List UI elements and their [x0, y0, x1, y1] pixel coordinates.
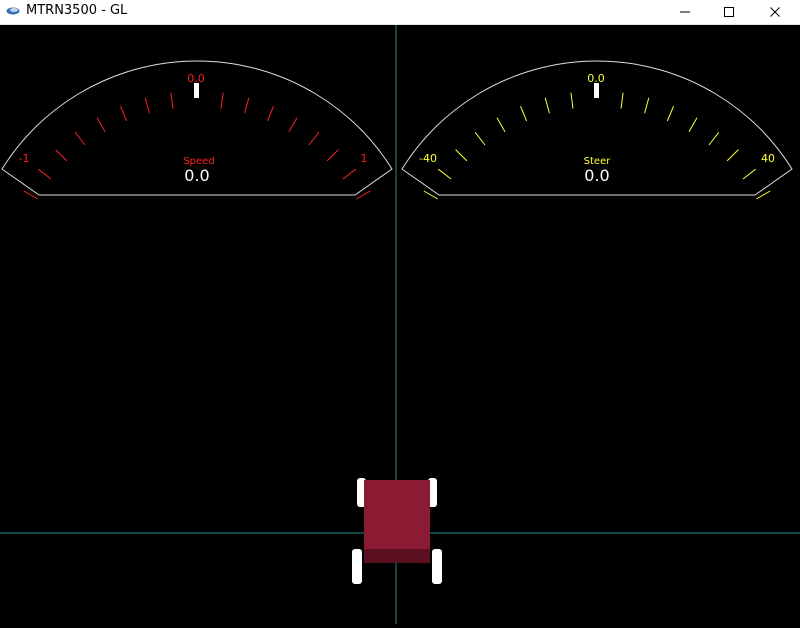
steer-tick-mark [437, 168, 452, 180]
steer-tick-mark [570, 92, 574, 109]
vehicle-wheel-rear-right [432, 549, 442, 584]
speed-tick-mark [342, 168, 357, 180]
speed-pointer-value: 0.0 [187, 72, 205, 85]
speed-tick-mark [74, 131, 86, 146]
speed-tick-mark [308, 131, 320, 146]
speed-pointer [194, 83, 199, 98]
minimize-button[interactable] [662, 0, 708, 24]
steer-pointer-value: 0.0 [587, 72, 605, 85]
speed-tick-mark [120, 106, 128, 122]
speed-tick-mark [326, 149, 339, 162]
speed-tick-mark [220, 92, 224, 109]
steer-tick-mark [544, 97, 550, 114]
speed-tick-mark [37, 168, 52, 180]
minimize-icon [680, 11, 690, 13]
app-icon [6, 7, 20, 15]
speed-value: 0.0 [184, 166, 209, 185]
maximize-icon [724, 7, 734, 17]
close-button[interactable] [752, 0, 798, 24]
steer-min-label: -40 [419, 152, 437, 165]
speed-min-label: -1 [19, 152, 30, 165]
steer-tick-mark [620, 92, 624, 109]
maximize-button[interactable] [706, 0, 752, 24]
steer-tick-mark [520, 106, 528, 122]
speed-tick-mark [96, 117, 106, 132]
steer-tick-mark [496, 117, 506, 132]
gl-viewport[interactable]: 0.0 -1 1 Speed 0.0 0.0 -40 40 Steer 0.0 [0, 25, 800, 624]
app-window: MTRN3500 - GL 0.0 -1 1 Speed 0.0 0.0 -40… [0, 0, 800, 624]
title-bar[interactable]: MTRN3500 - GL [0, 0, 800, 25]
gl-scene: 0.0 -1 1 Speed 0.0 0.0 -40 40 Steer 0.0 [0, 25, 800, 624]
steer-tick-mark [455, 149, 468, 162]
speed-max-label: 1 [361, 152, 368, 165]
speed-tick-mark [266, 106, 274, 122]
steer-tick-mark [644, 97, 650, 114]
steer-gauge: 0.0 -40 40 Steer 0.0 [401, 60, 793, 200]
speed-tick-mark [288, 117, 298, 132]
steer-pointer [594, 83, 599, 98]
speed-tick-mark [244, 97, 250, 114]
speed-tick-mark [144, 97, 150, 114]
vehicle-body [364, 480, 430, 550]
steer-tick-mark [688, 117, 698, 132]
steer-tick-mark [726, 149, 739, 162]
steer-tick-mark [742, 168, 757, 180]
speed-tick-mark [55, 149, 68, 162]
close-icon [770, 7, 780, 17]
vehicle-rear-face [364, 549, 430, 563]
steer-max-label: 40 [761, 152, 775, 165]
vehicle-wheel-rear-left [352, 549, 362, 584]
steer-tick-mark [666, 106, 674, 122]
steer-tick-mark [708, 131, 720, 146]
speed-gauge: 0.0 -1 1 Speed 0.0 [1, 60, 393, 200]
steer-value: 0.0 [584, 166, 609, 185]
speed-tick-mark [170, 92, 174, 109]
vehicle [352, 478, 442, 584]
steer-tick-mark [474, 131, 486, 146]
window-title: MTRN3500 - GL [26, 3, 128, 18]
